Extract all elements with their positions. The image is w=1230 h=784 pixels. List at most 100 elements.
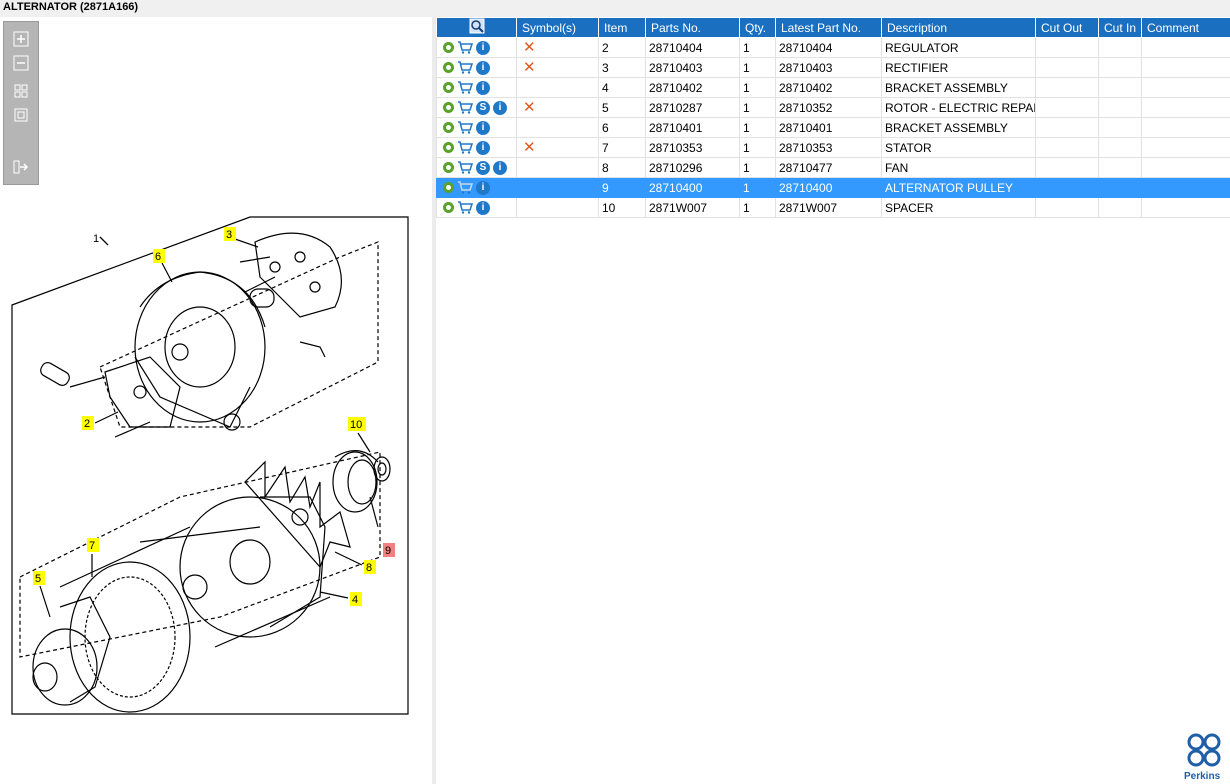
info-icon[interactable]: i — [476, 80, 490, 95]
gear-icon[interactable] — [443, 142, 454, 154]
perkins-logo: Perkins — [1184, 732, 1222, 782]
cell-item: 7 — [598, 137, 646, 158]
table-row[interactable]: Si 8 28710296 1 28710477 FAN — [436, 157, 1230, 178]
cell-item: 8 — [598, 157, 646, 178]
cart-icon[interactable] — [457, 161, 473, 175]
cell-qty: 1 — [739, 117, 776, 138]
column-header-item[interactable]: Item — [598, 17, 646, 38]
cart-icon[interactable] — [457, 201, 473, 215]
cell-comment — [1141, 37, 1230, 58]
table-row[interactable]: i 6 28710401 1 28710401 BRACKET ASSEMBLY — [436, 117, 1230, 138]
cell-description: STATOR — [881, 137, 1036, 158]
cell-qty: 1 — [739, 77, 776, 98]
cell-item: 6 — [598, 117, 646, 138]
cell-cut-in — [1098, 57, 1142, 78]
row-tools: i — [436, 77, 517, 98]
gear-icon[interactable] — [443, 42, 454, 54]
table-row[interactable]: i 10 2871W007 1 2871W007 SPACER — [436, 197, 1230, 218]
cell-qty: 1 — [739, 57, 776, 78]
cell-cut-in — [1098, 137, 1142, 158]
supersede-badge[interactable]: S — [476, 100, 490, 115]
info-icon[interactable]: i — [476, 40, 490, 55]
gear-icon[interactable] — [443, 62, 454, 74]
supersede-badge[interactable]: S — [476, 160, 490, 175]
cell-comment — [1141, 157, 1230, 178]
cell-cut-in — [1098, 157, 1142, 178]
zoom-in-button[interactable] — [12, 30, 30, 48]
table-row[interactable]: i 4 28710402 1 28710402 BRACKET ASSEMBLY — [436, 77, 1230, 98]
cell-latest-part-no: 28710402 — [775, 77, 882, 98]
column-header-qty[interactable]: Qty. — [739, 17, 776, 38]
callout-label: 10 — [350, 419, 362, 431]
cross-icon: ✕ — [523, 138, 536, 156]
column-header-parts-no[interactable]: Parts No. — [645, 17, 740, 38]
gear-icon[interactable] — [443, 162, 454, 174]
illustration-pane[interactable]: 1 2 3 4 5 6 7 8 9 10 — [0, 17, 432, 784]
column-header-tools[interactable] — [436, 17, 517, 38]
table-row[interactable]: Si ✕ 5 28710287 1 28710352 ROTOR - ELECTRIC RE… — [436, 97, 1230, 118]
info-icon[interactable]: i — [476, 60, 490, 75]
callout-label: 8 — [366, 562, 372, 574]
callout-label: 2 — [84, 418, 90, 430]
column-header-symbols[interactable]: Symbol(s) — [516, 17, 599, 38]
table-row[interactable]: i ✕ 3 28710403 1 28710403 RECTIFIER — [436, 57, 1230, 78]
column-header-latest-part-no[interactable]: Latest Part No. — [775, 17, 882, 38]
cart-icon[interactable] — [457, 101, 473, 115]
table-row[interactable]: i 9 28710400 1 28710400 ALTERNATOR PULLEY — [436, 177, 1230, 198]
cell-cut-out — [1035, 97, 1099, 118]
callout-label-selected: 9 — [385, 545, 391, 557]
cell-description: SPACER — [881, 197, 1036, 218]
actual-size-button[interactable] — [12, 106, 30, 124]
column-header-comment[interactable]: Comment — [1141, 17, 1230, 38]
gear-icon[interactable] — [443, 182, 454, 194]
info-icon[interactable]: i — [476, 180, 490, 195]
cell-comment — [1141, 197, 1230, 218]
cart-icon[interactable] — [457, 121, 473, 135]
fit-view-button[interactable] — [12, 82, 30, 100]
cell-item: 9 — [598, 177, 646, 198]
table-row[interactable]: i ✕ 2 28710404 1 28710404 REGULATOR — [436, 37, 1230, 58]
cell-symbols — [516, 197, 599, 218]
row-tools: i — [436, 37, 517, 58]
cell-qty: 1 — [739, 97, 776, 118]
info-icon[interactable]: i — [493, 100, 507, 115]
zoom-in-icon — [13, 31, 29, 47]
callout-label: 7 — [89, 540, 95, 552]
callout-label: 6 — [155, 251, 161, 263]
info-icon[interactable]: i — [476, 140, 490, 155]
gear-icon[interactable] — [443, 122, 454, 134]
cell-cut-out — [1035, 197, 1099, 218]
cell-latest-part-no: 28710404 — [775, 37, 882, 58]
exploded-parts-drawing[interactable]: 1 2 3 4 5 6 7 8 9 10 — [0, 197, 432, 727]
cell-cut-in — [1098, 197, 1142, 218]
cart-icon[interactable] — [457, 181, 473, 195]
cell-description: REGULATOR — [881, 37, 1036, 58]
column-header-cut-out[interactable]: Cut Out — [1035, 17, 1099, 38]
column-header-cut-in[interactable]: Cut In — [1098, 17, 1142, 38]
info-icon[interactable]: i — [493, 160, 507, 175]
cell-comment — [1141, 117, 1230, 138]
cell-symbols: ✕ — [516, 57, 599, 78]
export-button[interactable] — [12, 158, 30, 176]
cell-parts-no: 28710403 — [645, 57, 740, 78]
cell-comment — [1141, 77, 1230, 98]
cross-icon: ✕ — [523, 98, 536, 116]
cell-symbols — [516, 77, 599, 98]
fit-view-icon — [14, 84, 28, 98]
info-icon[interactable]: i — [476, 120, 490, 135]
gear-icon[interactable] — [443, 82, 454, 94]
table-row[interactable]: i ✕ 7 28710353 1 28710353 STATOR — [436, 137, 1230, 158]
info-icon[interactable]: i — [476, 200, 490, 215]
callout-label: 3 — [226, 229, 232, 241]
gear-icon[interactable] — [443, 202, 454, 214]
gear-icon[interactable] — [443, 102, 454, 114]
cart-icon[interactable] — [457, 141, 473, 155]
cell-symbols — [516, 177, 599, 198]
cross-icon: ✕ — [523, 58, 536, 76]
cart-icon[interactable] — [457, 61, 473, 75]
zoom-out-button[interactable] — [12, 54, 30, 72]
callout-label: 5 — [35, 573, 41, 585]
cart-icon[interactable] — [457, 81, 473, 95]
column-header-description[interactable]: Description — [881, 17, 1036, 38]
cart-icon[interactable] — [457, 41, 473, 55]
